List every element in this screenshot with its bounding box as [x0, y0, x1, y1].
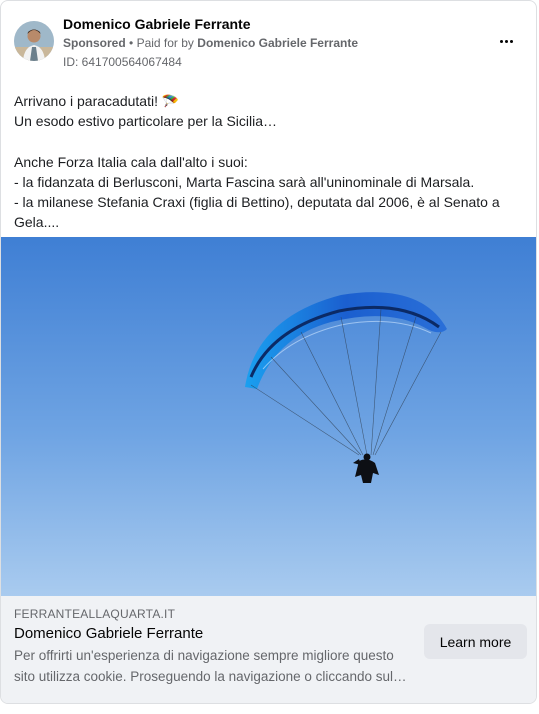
ad-id: ID: 641700564067484 [63, 55, 182, 69]
paid-for-name: Domenico Gabriele Ferrante [197, 36, 358, 50]
more-dot-icon [504, 39, 508, 43]
post-text: Arrivano i paracadutati! 🪂 Un esodo esti… [14, 91, 519, 233]
separator-dot: • [129, 36, 134, 50]
sponsored-line: Sponsored • Paid for by Domenico Gabriel… [63, 36, 358, 50]
ad-header: Domenico Gabriele Ferrante Sponsored • P… [1, 1, 536, 81]
sponsored-label: Sponsored [63, 36, 126, 50]
link-title[interactable]: Domenico Gabriele Ferrante [14, 625, 203, 642]
post-line: - la fidanzata di Berlusconi, Marta Fasc… [14, 173, 475, 190]
link-preview[interactable]: FERRANTEALLAQUARTA.IT Domenico Gabriele … [1, 596, 536, 703]
more-dot-icon [499, 39, 503, 43]
paid-for-prefix: Paid for by [136, 36, 194, 50]
ad-image[interactable] [1, 237, 536, 596]
learn-more-button[interactable]: Learn more [424, 624, 527, 659]
post-line: Arrivano i paracadutati! 🪂 [14, 93, 180, 109]
more-dot-icon [509, 39, 513, 43]
avatar-icon [14, 21, 54, 61]
link-description: Per offrirti un'esperienza di navigazion… [14, 648, 407, 684]
post-line: - la milanese Stefania Craxi (figlia di … [14, 194, 500, 231]
paraglider-image-icon [1, 237, 536, 596]
post-line: Anche Forza Italia cala dall'alto i suoi… [14, 153, 248, 170]
advertiser-avatar[interactable] [14, 21, 54, 61]
link-domain: FERRANTEALLAQUARTA.IT [14, 607, 176, 621]
ad-card: Domenico Gabriele Ferrante Sponsored • P… [0, 0, 537, 704]
more-options-button[interactable] [494, 31, 518, 51]
post-line: Un esodo estivo particolare per la Sicil… [14, 113, 278, 130]
advertiser-name[interactable]: Domenico Gabriele Ferrante [63, 16, 251, 32]
